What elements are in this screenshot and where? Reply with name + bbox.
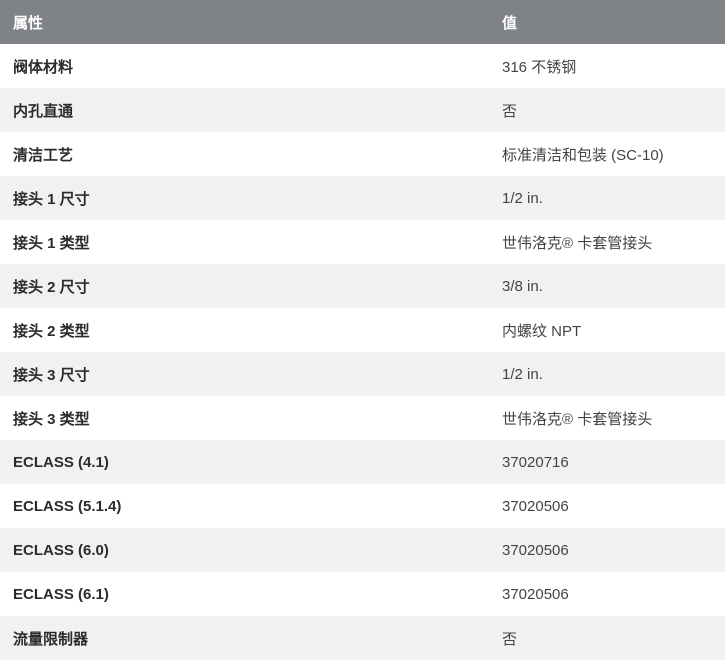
row-attribute: 接头 3 尺寸 xyxy=(13,366,90,384)
row-attribute: 接头 3 类型 xyxy=(13,410,90,428)
table-row: 接头 2 类型 内螺纹 NPT xyxy=(0,308,725,352)
row-value: 世伟洛克® 卡套管接头 xyxy=(502,410,653,428)
row-value: 内螺纹 NPT xyxy=(502,322,582,340)
row-attribute: 接头 2 类型 xyxy=(13,322,90,340)
row-value: 37020506 xyxy=(502,497,569,515)
table-row: 接头 3 尺寸 1/2 in. xyxy=(0,352,725,396)
row-attribute: ECLASS (6.1) xyxy=(13,585,109,603)
table-row: 接头 2 尺寸 3/8 in. xyxy=(0,264,725,308)
table-header: 属性 值 xyxy=(0,0,725,44)
header-value: 值 xyxy=(502,14,518,32)
table-row: ECLASS (6.0) 37020506 xyxy=(0,528,725,572)
row-attribute: ECLASS (5.1.4) xyxy=(13,497,122,515)
row-attribute: 接头 2 尺寸 xyxy=(13,278,90,296)
row-value: 1/2 in. xyxy=(502,365,543,383)
table-row: 清洁工艺 标准清洁和包装 (SC-10) xyxy=(0,132,725,176)
table-row: 接头 1 尺寸 1/2 in. xyxy=(0,176,725,220)
table-row: 内孔直通 否 xyxy=(0,88,725,132)
row-attribute: 内孔直通 xyxy=(13,102,74,120)
row-attribute: 清洁工艺 xyxy=(13,146,74,164)
row-attribute: ECLASS (6.0) xyxy=(13,541,109,559)
table-row: ECLASS (5.1.4) 37020506 xyxy=(0,484,725,528)
row-value: 37020716 xyxy=(502,453,569,471)
table-row: 阀体材料 316 不锈钢 xyxy=(0,44,725,88)
row-value: 37020506 xyxy=(502,585,569,603)
row-attribute: 阀体材料 xyxy=(13,58,74,76)
table-row: 接头 3 类型 世伟洛克® 卡套管接头 xyxy=(0,396,725,440)
row-value: 标准清洁和包装 (SC-10) xyxy=(502,146,664,164)
header-row: 属性 值 xyxy=(0,0,725,44)
table-row: ECLASS (4.1) 37020716 xyxy=(0,440,725,484)
row-attribute: 流量限制器 xyxy=(13,630,89,648)
table-row: 接头 1 类型 世伟洛克® 卡套管接头 xyxy=(0,220,725,264)
table-row: 流量限制器 否 xyxy=(0,616,725,660)
row-value: 否 xyxy=(502,102,518,120)
row-value: 37020506 xyxy=(502,541,569,559)
row-attribute: ECLASS (4.1) xyxy=(13,453,109,471)
row-value: 316 不锈钢 xyxy=(502,58,577,76)
header-attribute: 属性 xyxy=(13,14,44,32)
table-row: ECLASS (6.1) 37020506 xyxy=(0,572,725,616)
row-attribute: 接头 1 尺寸 xyxy=(13,190,90,208)
row-value: 1/2 in. xyxy=(502,189,543,207)
row-value: 世伟洛克® 卡套管接头 xyxy=(502,234,653,252)
row-value: 否 xyxy=(502,630,518,648)
table-body: 阀体材料 316 不锈钢 内孔直通 否 清洁工艺 标准清洁和包装 (SC-10)… xyxy=(0,44,725,660)
spec-table: 属性 值 阀体材料 316 不锈钢 内孔直通 否 清洁工艺 标准清洁和包装 (S… xyxy=(0,0,725,660)
row-attribute: 接头 1 类型 xyxy=(13,234,90,252)
row-value: 3/8 in. xyxy=(502,277,543,295)
